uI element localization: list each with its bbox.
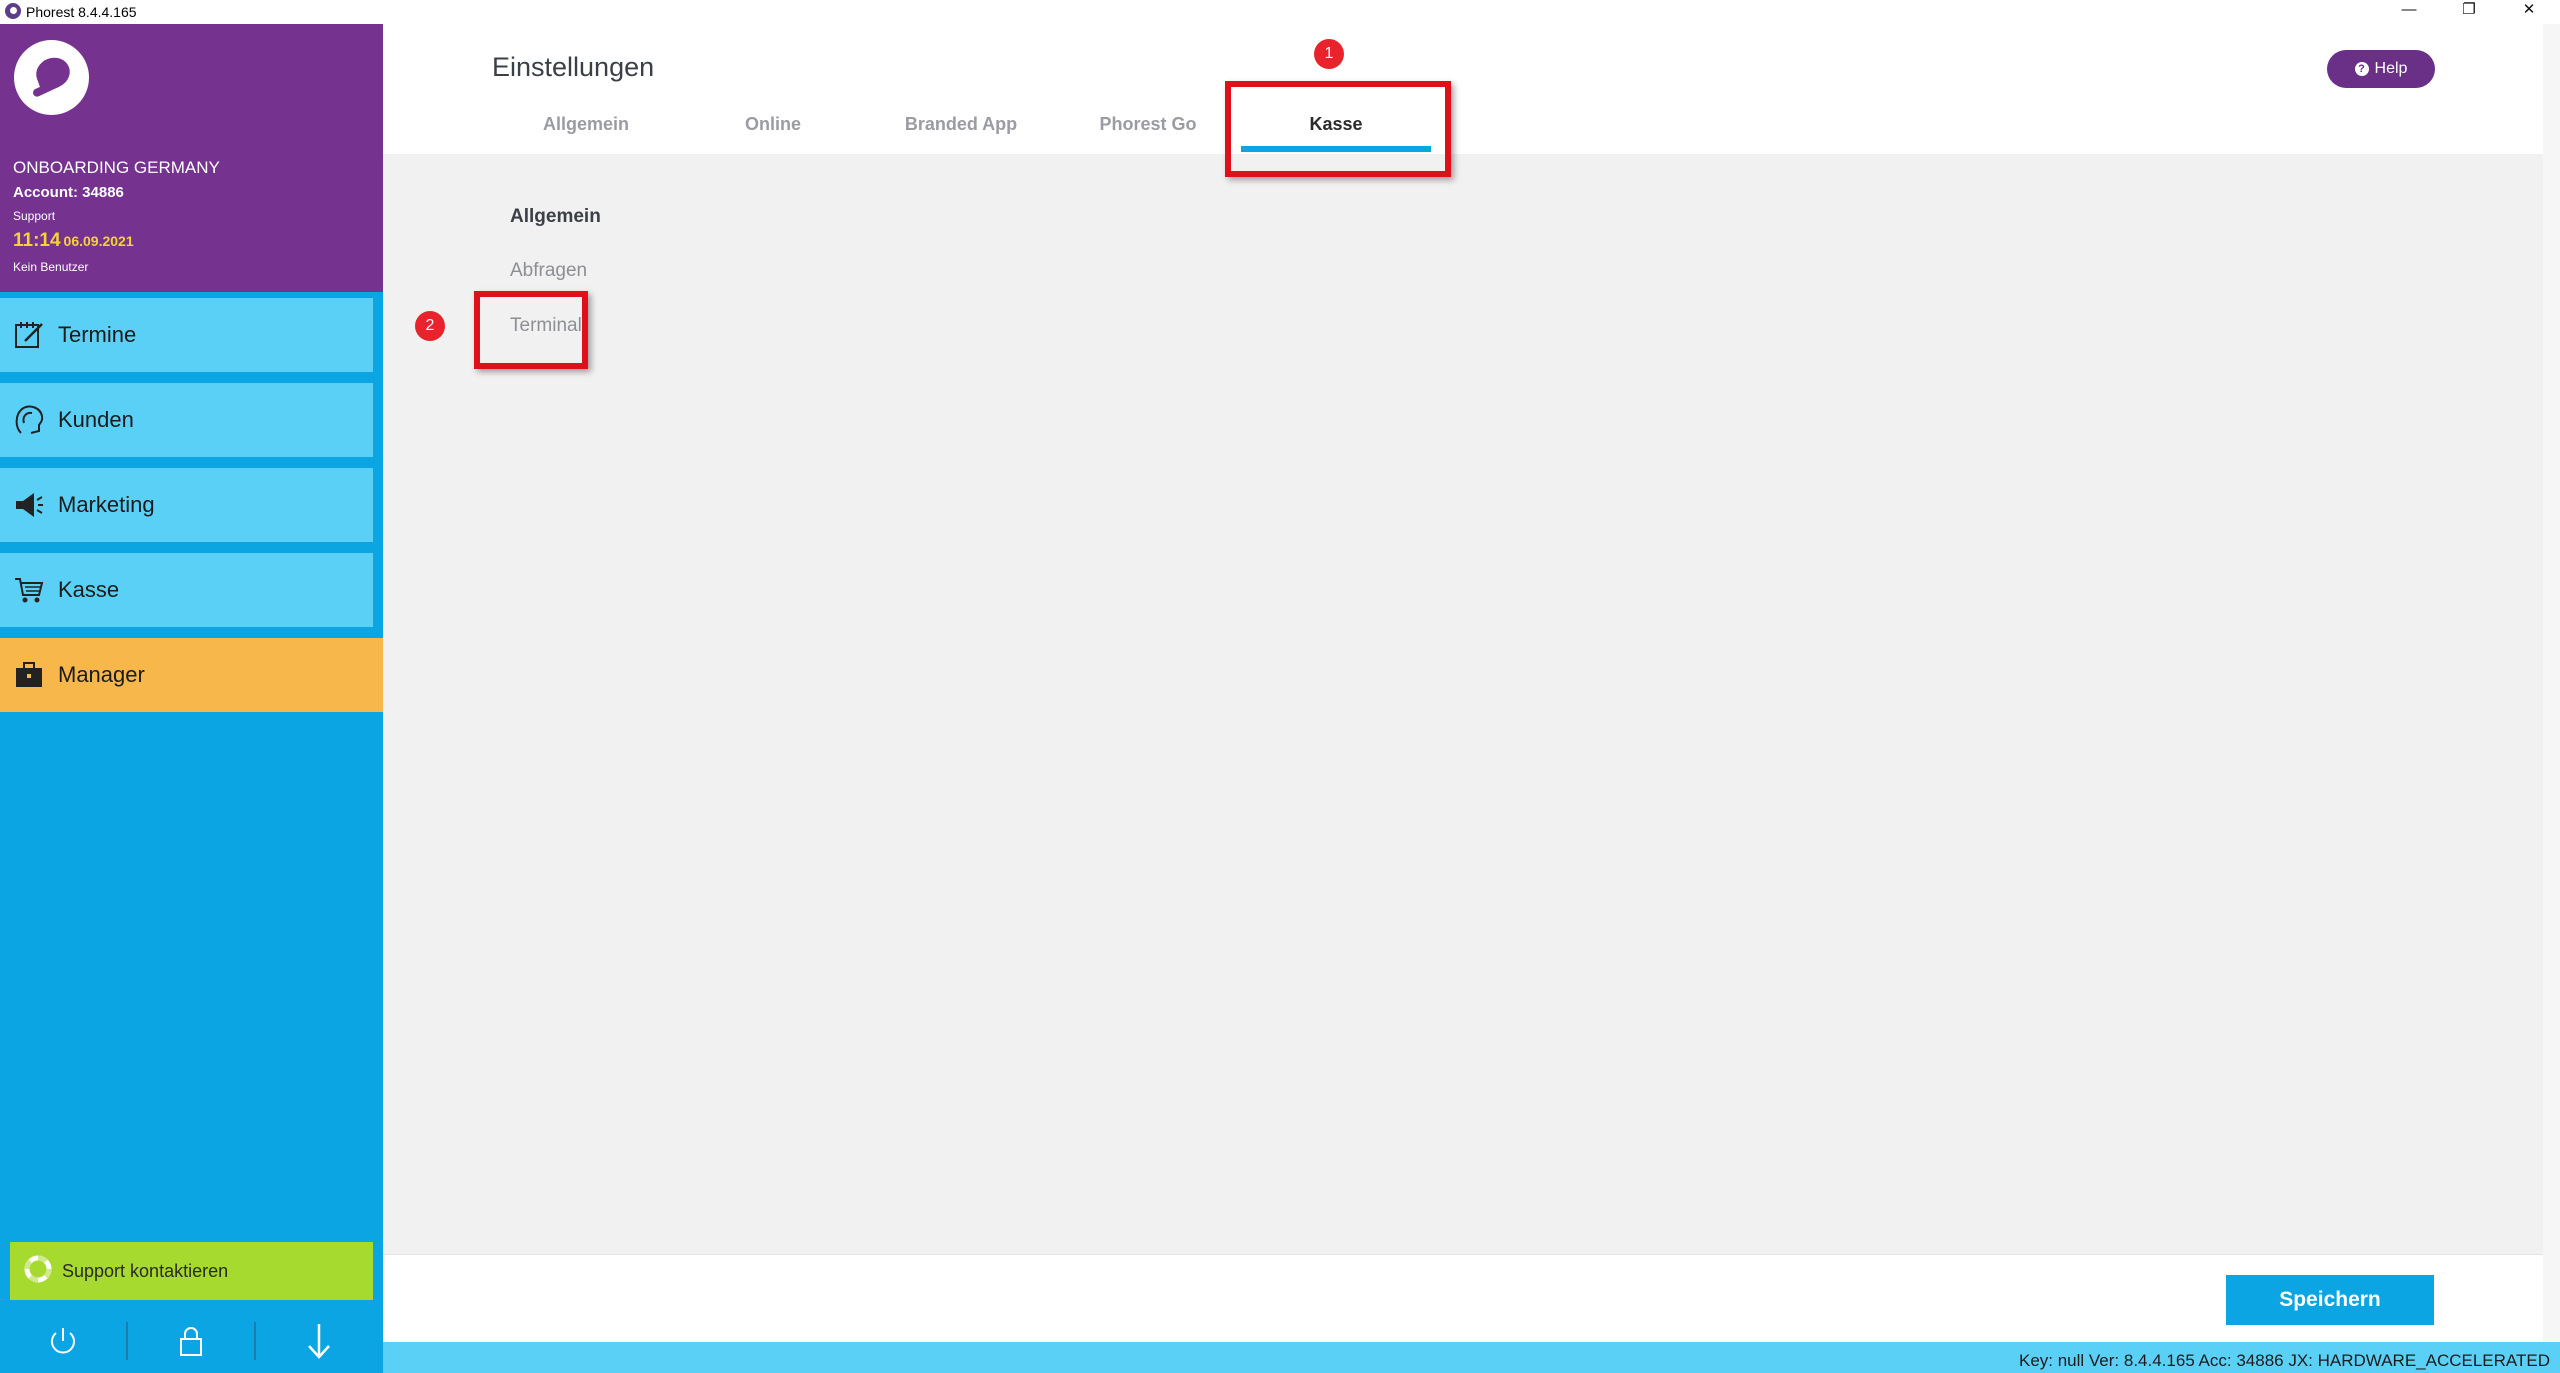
lock-button[interactable]: [128, 1314, 254, 1373]
sidebar: ONBOARDING GERMANY Account: 34886 Suppor…: [0, 24, 383, 1373]
highlight-box-kasse-tab: [1225, 81, 1451, 177]
nav-item-manager[interactable]: Manager: [0, 638, 383, 712]
nav-label-kunden: Kunden: [58, 407, 134, 432]
page-title: Einstellungen: [492, 52, 655, 82]
nav-item-marketing[interactable]: Marketing: [0, 468, 373, 542]
step-badge-1: 1: [1314, 39, 1344, 69]
step-badge-2: 2: [415, 311, 445, 341]
highlight-box-terminal: [474, 291, 588, 369]
account-number: Account: 34886: [13, 184, 124, 201]
close-button[interactable]: ✕: [2500, 0, 2558, 22]
user-role: Support: [13, 209, 56, 223]
phorest-logo: [14, 40, 89, 115]
briefcase-icon: [12, 658, 46, 692]
support-contact-button[interactable]: Support kontaktieren: [10, 1242, 373, 1300]
nav-label-manager: Manager: [58, 662, 145, 687]
business-name: ONBOARDING GERMANY: [13, 158, 220, 177]
nav-item-termine[interactable]: Termine: [0, 298, 373, 372]
nav-item-kasse[interactable]: Kasse: [0, 553, 373, 627]
nav-item-kunden[interactable]: Kunden: [0, 383, 373, 457]
window-title-bar: Phorest 8.4.4.165 — ❐ ✕: [0, 0, 2560, 25]
scrollbar-track[interactable]: [2543, 24, 2560, 1342]
customer-head-icon: [12, 403, 46, 437]
tab-allgemein[interactable]: Allgemein: [491, 114, 681, 135]
restore-button[interactable]: ❐: [2440, 0, 2498, 22]
settings-content: Allgemein Abfragen Terminal: [383, 154, 2543, 1254]
lock-icon: [176, 1324, 206, 1363]
minimize-button[interactable]: —: [2380, 0, 2438, 22]
cart-icon: [12, 573, 46, 607]
nav-label-kasse: Kasse: [58, 577, 120, 602]
download-arrow-icon: [304, 1321, 334, 1366]
tab-online[interactable]: Online: [678, 114, 868, 135]
app-logo-icon: [5, 3, 21, 19]
nav-label-termine: Termine: [58, 322, 137, 347]
sidebar-bottom-bar: [0, 1314, 383, 1373]
profile-panel: ONBOARDING GERMANY Account: 34886 Suppor…: [0, 24, 383, 292]
clock-time: 11:14: [13, 230, 61, 251]
download-button[interactable]: [256, 1314, 382, 1373]
help-label: Help: [2374, 60, 2408, 77]
save-button[interactable]: Speichern: [2226, 1275, 2434, 1325]
current-user: Kein Benutzer: [13, 260, 89, 274]
support-contact-label: Support kontaktieren: [62, 1260, 229, 1281]
power-button[interactable]: [0, 1314, 126, 1373]
calendar-edit-icon: [12, 318, 46, 352]
tab-phorest-go[interactable]: Phorest Go: [1053, 114, 1243, 135]
window-title: Phorest 8.4.4.165: [26, 4, 137, 20]
question-icon: ?: [2354, 62, 2369, 76]
settings-footer: Speichern: [383, 1254, 2543, 1343]
settings-item-abfragen[interactable]: Abfragen: [510, 260, 587, 282]
section-heading: Allgemein: [510, 206, 601, 227]
help-button[interactable]: ? Help: [2327, 50, 2435, 88]
clock: 11:14 06.09.2021: [13, 230, 134, 252]
tab-branded-app[interactable]: Branded App: [866, 114, 1056, 135]
power-icon: [46, 1324, 80, 1363]
status-text: Key: null Ver: 8.4.4.165 Acc: 34886 JX: …: [2018, 1351, 2550, 1370]
lifebuoy-icon: [24, 1255, 52, 1288]
megaphone-icon: [12, 488, 46, 522]
nav-label-marketing: Marketing: [58, 492, 155, 517]
status-bar: Key: null Ver: 8.4.4.165 Acc: 34886 JX: …: [383, 1342, 2560, 1373]
clock-date: 06.09.2021: [63, 233, 134, 249]
settings-header: Einstellungen Allgemein Online Branded A…: [383, 24, 2543, 154]
